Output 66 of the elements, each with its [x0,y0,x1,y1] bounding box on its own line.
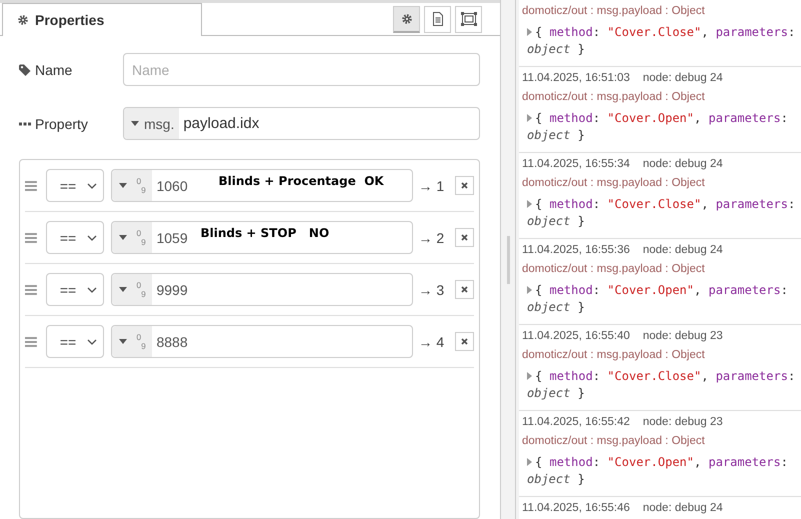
message-payload[interactable]: { method: "Cover.Close", parameters: object } [522,196,796,230]
output-label: → 2 [418,230,446,246]
name-input[interactable]: Name [123,53,480,86]
node-label: node: debug 24 [642,158,723,170]
operator-select[interactable]: == [46,325,104,358]
chevron-down-icon [87,234,98,240]
document-tab-button[interactable] [424,6,451,32]
node-label: node: debug 24 [642,72,723,84]
message-time: 11.04.2025, 16:55:34 [522,158,630,170]
close-icon [461,338,468,345]
property-label: Property [35,116,88,132]
message-topic: domoticz/out : msg.payload : Object [522,5,706,17]
ellipsis-icon [19,122,31,126]
message-time: 11.04.2025, 16:55:46 [522,502,630,514]
node-label: node: debug 23 [642,416,723,428]
drag-handle-icon[interactable] [25,336,37,346]
name-label: Name [35,62,72,78]
message-payload[interactable]: { method: "Cover.Open", parameters: object } [522,454,796,488]
chevron-down-icon [87,286,98,292]
output-label: → 3 [418,282,446,298]
message-time: 11.04.2025, 16:55:36 [522,244,630,256]
chevron-down-icon [87,182,98,188]
node-label: node: debug 24 [642,244,723,256]
drag-handle-icon[interactable] [25,284,37,294]
drag-handle-icon[interactable] [25,180,37,190]
message-topic: domoticz/out : msg.payload : Object [522,349,706,361]
chevron-down-icon [87,338,98,344]
output-label: → 4 [418,334,446,350]
gear-icon [400,12,412,24]
operator-select[interactable]: == [46,221,104,254]
type-dropdown[interactable]: msg. [124,108,180,139]
message-time: 11.04.2025, 16:51:03 [522,72,630,84]
document-icon [432,12,444,26]
output-label: → 1 [418,178,446,194]
drag-handle-icon[interactable] [25,232,37,242]
node-label: node: debug 23 [642,330,723,342]
gear-icon [17,14,29,26]
message-time: 11.04.2025, 16:55:40 [522,330,630,342]
message-topic: domoticz/out : msg.payload : Object [522,263,706,275]
tag-icon [19,64,31,76]
annotation-text: Blinds + Procentage OK [218,174,384,188]
annotation-text: Blinds + STOP NO [200,226,330,240]
close-button[interactable] [455,228,474,247]
message-payload[interactable]: { method: "Cover.Open", parameters: object } [522,282,796,316]
close-button[interactable] [455,332,474,351]
message-payload[interactable]: { method: "Cover.Close", parameters: object } [522,368,796,402]
operator-select[interactable]: == [46,169,104,202]
close-icon [461,234,468,241]
message-topic: domoticz/out : msg.payload : Object [522,91,706,103]
message-payload[interactable]: { method: "Cover.Close", parameters: object } [522,24,796,58]
property-input[interactable]: msg. payload.idx [123,107,480,140]
close-icon [461,182,468,189]
message-topic: domoticz/out : msg.payload : Object [522,435,706,447]
message-payload[interactable]: { method: "Cover.Open", parameters: object } [522,110,796,144]
properties-tab[interactable]: Properties [2,3,202,36]
frame-tab-button[interactable] [455,6,482,32]
close-icon [461,286,468,293]
close-button[interactable] [455,176,474,195]
frame-icon [460,12,476,26]
message-topic: domoticz/out : msg.payload : Object [522,177,706,189]
node-label: node: debug 24 [642,502,723,514]
message-time: 11.04.2025, 16:55:42 [522,416,630,428]
close-button[interactable] [455,280,474,299]
splitter-handle[interactable] [506,236,510,284]
operator-select[interactable]: == [46,273,104,306]
gear-tab-button[interactable] [393,6,420,32]
